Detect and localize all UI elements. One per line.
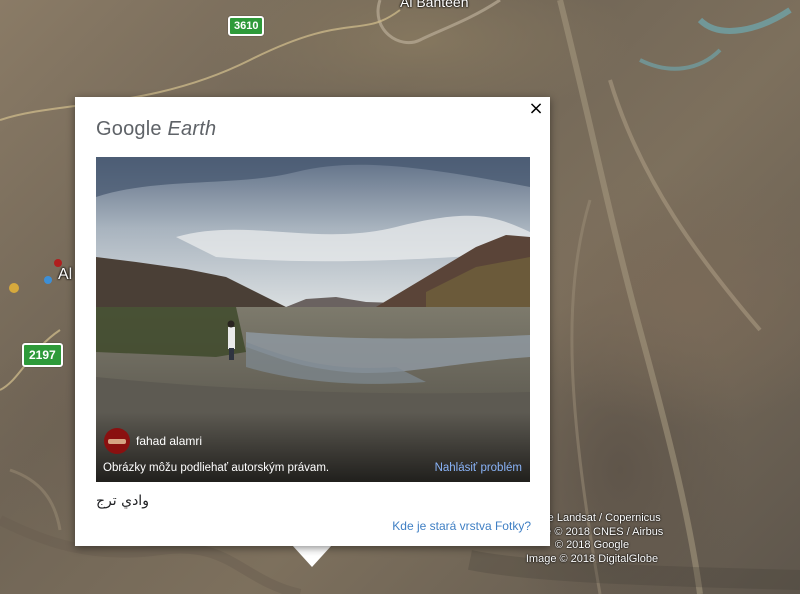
place-label-al-bahteen[interactable]: Al Bahteen: [400, 0, 469, 10]
location-photo[interactable]: fahad alamri Obrázky môžu podliehať auto…: [96, 157, 530, 482]
logo-earth: Earth: [167, 118, 217, 140]
author-name[interactable]: fahad alamri: [136, 434, 202, 448]
place-label-al[interactable]: Al: [58, 266, 72, 284]
avatar-mark: [108, 438, 126, 444]
old-photos-layer-link[interactable]: Kde je stará vrstva Fotky?: [392, 519, 531, 533]
road-shield-2197: 2197: [22, 343, 63, 367]
road-shield-3610: 3610: [228, 16, 265, 36]
card-pointer: [292, 545, 332, 567]
photo-info-card: × Google Earth fahad alamri Obrázky môžu…: [75, 97, 550, 546]
attribution-line: Image © 2018 DigitalGlobe: [525, 552, 659, 565]
photo-author[interactable]: fahad alamri: [104, 428, 202, 454]
copyright-note: Obrázky môžu podliehať autorským právam.: [103, 462, 330, 474]
close-icon[interactable]: ×: [526, 99, 546, 119]
place-caption: وادي ترج: [96, 493, 149, 509]
google-earth-logo: Google Earth: [96, 118, 216, 141]
avatar[interactable]: [104, 428, 130, 454]
report-problem-link[interactable]: Nahlásiť problém: [435, 462, 522, 474]
logo-google: Google: [96, 118, 162, 140]
